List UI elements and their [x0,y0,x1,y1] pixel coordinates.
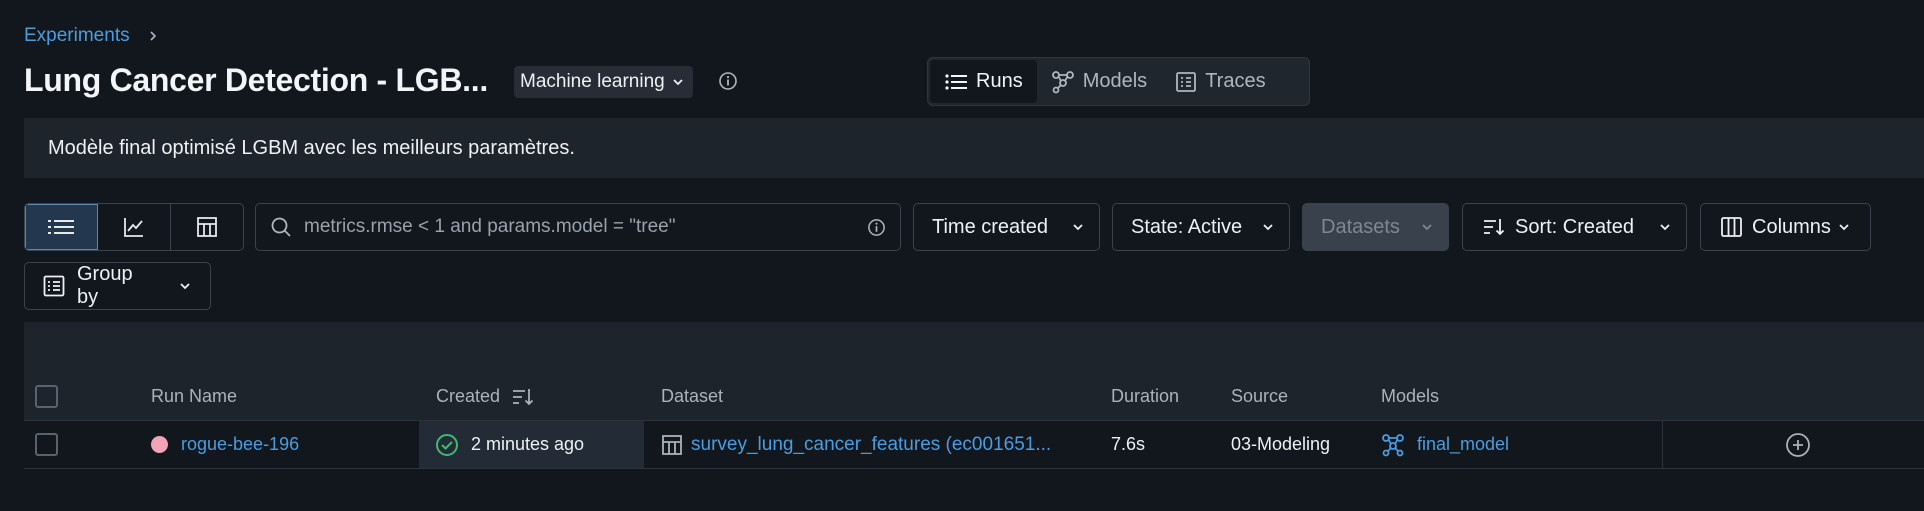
description-text: Modèle final optimisé LGBM avec les meil… [48,136,575,159]
chart-view-button[interactable] [98,204,171,250]
duration-cell: 7.6s [1111,434,1146,454]
column-divider [1662,421,1663,468]
traces-icon [1175,71,1197,93]
state-filter-label: State: Active [1131,215,1243,238]
experiment-type-dropdown[interactable]: Machine learning [514,66,693,98]
columns-dropdown[interactable]: Columns [1700,203,1871,251]
table-view-button[interactable] [171,204,243,250]
search-info-icon[interactable] [867,218,886,237]
created-cell: 2 minutes ago [419,421,644,468]
models-cell: final_model [1381,421,1509,468]
time-created-dropdown[interactable]: Time created [913,203,1100,251]
table-header: Run Name Created Dataset Duration Source… [24,374,1924,421]
model-link[interactable]: final_model [1417,434,1509,455]
chart-icon [123,216,145,238]
chevron-right-icon [148,30,158,42]
chevron-down-icon [178,279,192,293]
experiment-description: Modèle final optimisé LGBM avec les meil… [24,118,1924,178]
tab-models-label: Models [1082,70,1148,92]
run-name-cell: rogue-bee-196 [151,421,299,468]
chevron-down-icon [1420,220,1434,234]
group-by-icon [43,275,65,297]
column-header-duration[interactable]: Duration [1111,386,1179,407]
column-header-models[interactable]: Models [1381,386,1439,407]
columns-label: Columns [1752,215,1831,238]
row-checkbox[interactable] [35,421,58,468]
plus-circle-icon [1785,432,1811,458]
run-color-dot [151,436,168,453]
experiment-type-label: Machine learning [520,71,665,92]
column-header-created-label: Created [436,386,501,406]
tab-models[interactable]: Models [1037,60,1161,103]
tab-runs[interactable]: Runs [930,60,1037,103]
breadcrumb-experiments-link[interactable]: Experiments [24,25,130,47]
sort-label: Sort: Created [1515,215,1634,238]
state-filter-dropdown[interactable]: State: Active [1112,203,1290,251]
tab-traces[interactable]: Traces [1161,60,1279,103]
group-by-label: Group by [77,263,133,308]
column-header-created[interactable]: Created [436,386,534,407]
breadcrumb: Experiments [24,25,158,47]
model-icon [1381,433,1405,457]
select-all-checkbox[interactable] [35,385,58,408]
run-name-link[interactable]: rogue-bee-196 [181,434,299,455]
view-tabs: Runs Models Traces [927,57,1310,106]
models-icon [1051,70,1075,94]
sort-dropdown[interactable]: Sort: Created [1462,203,1687,251]
add-column-button[interactable] [1785,421,1811,468]
tab-runs-label: Runs [976,70,1023,92]
datasets-filter-label: Datasets [1321,215,1400,238]
info-icon[interactable] [718,71,738,91]
column-header-run-name[interactable]: Run Name [151,386,237,407]
sort-descending-icon[interactable] [512,387,534,407]
time-created-label: Time created [932,215,1048,238]
table-icon [661,434,683,456]
sort-icon [1483,217,1505,237]
list-view-button[interactable] [25,204,98,250]
search-icon [270,216,292,238]
group-by-dropdown[interactable]: Group by [24,262,211,310]
dataset-link[interactable]: survey_lung_cancer_features (ec001651... [691,434,1051,456]
search-input[interactable] [304,216,855,238]
table-top-bar [24,322,1924,374]
chevron-down-icon [1658,220,1672,234]
tab-traces-label: Traces [1205,70,1266,92]
table-row: rogue-bee-196 2 minutes ago survey_lung_… [24,421,1924,469]
datasets-filter-dropdown[interactable]: Datasets [1302,203,1449,251]
page-title: Lung Cancer Detection - LGB... [24,62,488,98]
table-icon [196,216,218,238]
chevron-down-icon [1837,220,1851,234]
column-header-source[interactable]: Source [1231,386,1288,407]
chevron-down-icon [671,75,685,89]
source-cell[interactable]: 03-Modeling [1231,421,1330,468]
status-success-icon [435,433,459,457]
chevron-down-icon [1261,220,1275,234]
created-time: 2 minutes ago [471,434,585,454]
chevron-down-icon [1071,220,1085,234]
columns-icon [1721,217,1742,237]
search-box [255,203,901,251]
list-icon [944,72,968,92]
list-icon [48,218,74,236]
view-mode-toggle [24,203,244,251]
dataset-cell[interactable]: survey_lung_cancer_features (ec001651... [661,421,1096,468]
column-header-dataset[interactable]: Dataset [661,386,723,407]
